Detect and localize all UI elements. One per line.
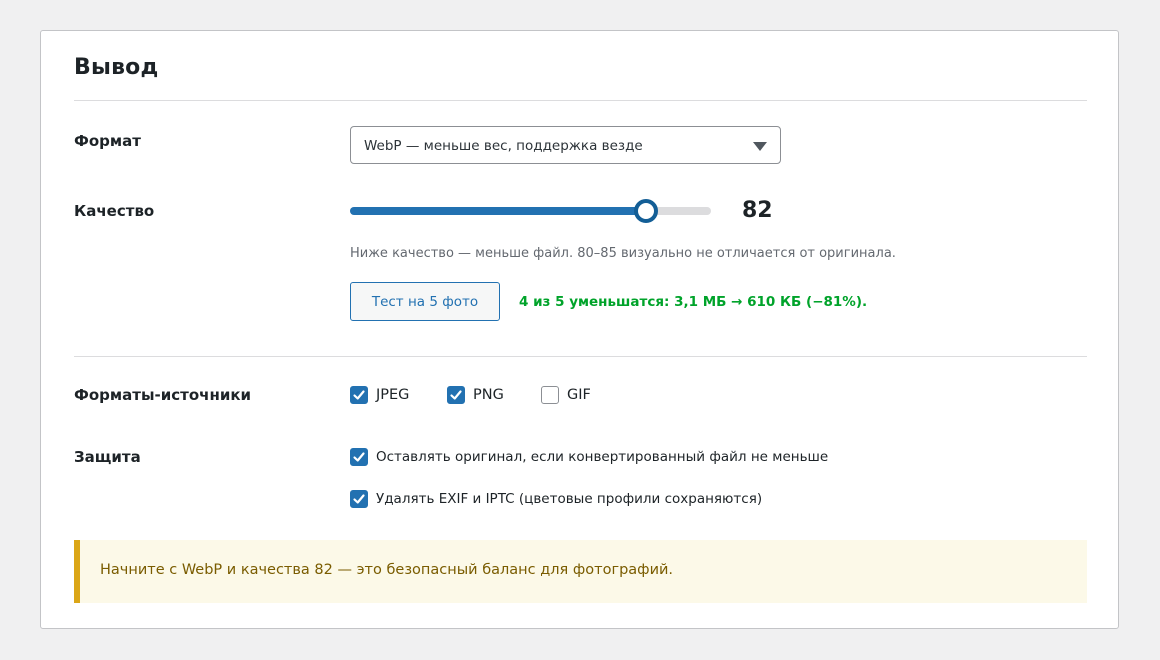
checkbox-box[interactable] <box>350 490 368 508</box>
settings-panel: Вывод Формат WebP — меньше вес, поддержк… <box>40 30 1119 629</box>
divider <box>74 100 1087 101</box>
section-title: Вывод <box>74 55 159 80</box>
checkmark-icon <box>450 390 462 400</box>
checkbox-box[interactable] <box>541 386 559 404</box>
checkmark-icon <box>353 390 365 400</box>
source-formats-label: Форматы-источники <box>74 386 252 404</box>
checkbox-label: Удалять EXIF и IPTC (цветовые профили со… <box>376 491 763 507</box>
checkbox-box[interactable] <box>350 386 368 404</box>
divider <box>74 356 1087 357</box>
checkmark-icon <box>353 452 365 462</box>
checkbox-png[interactable]: PNG <box>447 386 504 404</box>
checkmark-icon <box>353 494 365 504</box>
quality-hint: Ниже качество — меньше файл. 80–85 визуа… <box>350 246 896 261</box>
quality-value: 82 <box>742 198 773 223</box>
checkbox-box[interactable] <box>350 448 368 466</box>
checkbox-gif[interactable]: GIF <box>541 386 591 404</box>
chevron-down-icon <box>753 142 767 151</box>
checkbox-label: GIF <box>567 387 591 403</box>
protection-label: Защита <box>74 448 141 466</box>
slider-thumb[interactable] <box>634 199 658 223</box>
checkbox-label: JPEG <box>376 387 410 403</box>
slider-fill <box>350 207 646 215</box>
format-select[interactable]: WebP — меньше вес, поддержка везде <box>350 126 781 164</box>
test-result: 4 из 5 уменьшатся: 3,1 МБ → 610 КБ (−81%… <box>519 294 868 310</box>
checkbox-label: Оставлять оригинал, если конвертированны… <box>376 449 829 465</box>
checkbox-strip-exif[interactable]: Удалять EXIF и IPTC (цветовые профили со… <box>350 490 762 508</box>
checkbox-jpeg[interactable]: JPEG <box>350 386 409 404</box>
notice-text: Начните с WebP и качества 82 — это безоп… <box>100 562 674 578</box>
format-label: Формат <box>74 132 141 150</box>
quality-slider[interactable] <box>350 199 711 223</box>
test-button[interactable]: Тест на 5 фото <box>350 282 500 321</box>
format-select-value: WebP — меньше вес, поддержка везде <box>364 138 643 154</box>
checkbox-keep-original[interactable]: Оставлять оригинал, если конвертированны… <box>350 448 828 466</box>
info-notice: Начните с WebP и качества 82 — это безоп… <box>74 540 1087 603</box>
quality-label: Качество <box>74 202 155 220</box>
checkbox-label: PNG <box>473 387 504 403</box>
checkbox-box[interactable] <box>447 386 465 404</box>
